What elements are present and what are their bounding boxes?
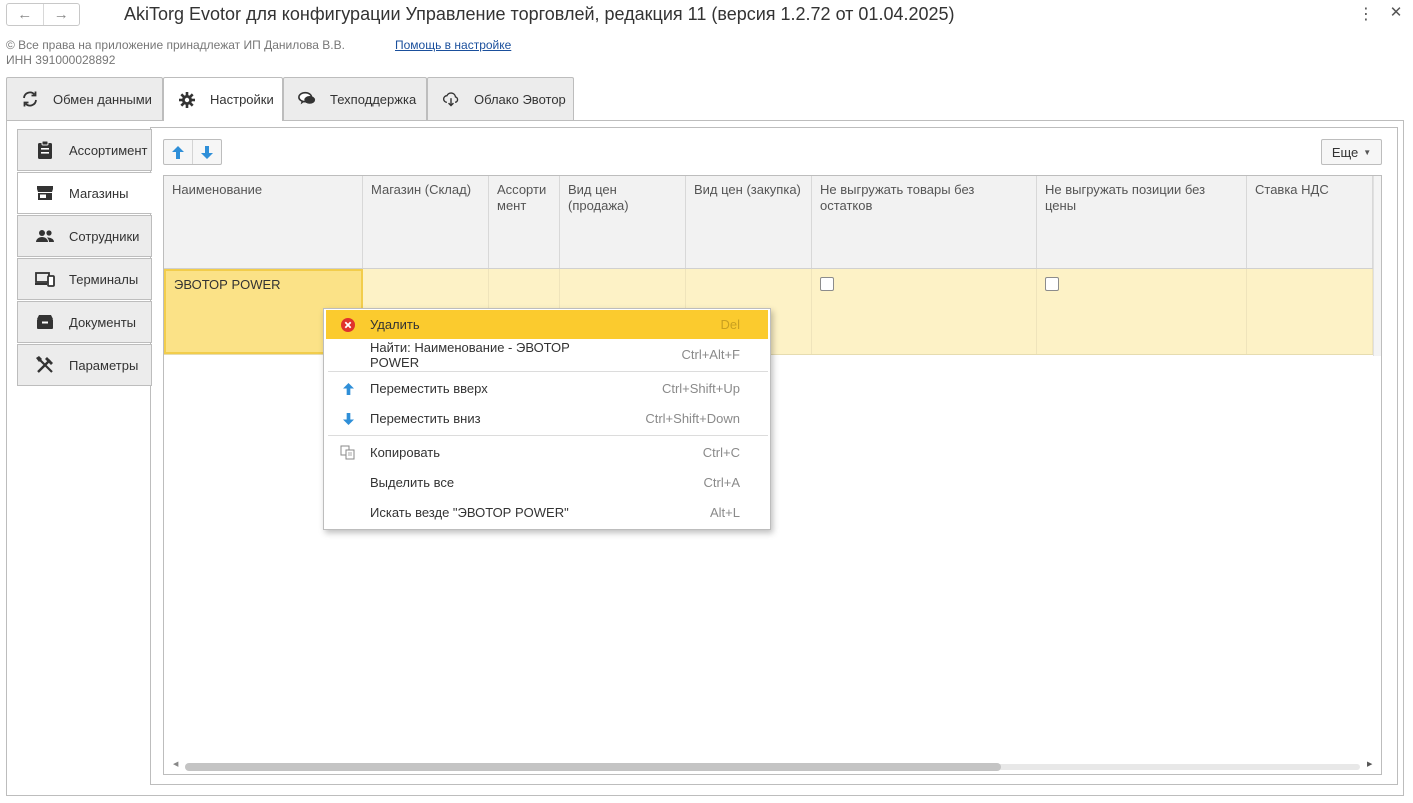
menu-item-label: Удалить [370,317,420,332]
help-link[interactable]: Помощь в настройке [395,38,511,52]
sidebar-item-terminals[interactable]: Терминалы [17,258,152,300]
people-icon [35,227,55,245]
menu-item-shortcut: Ctrl+Shift+Down [645,411,740,426]
menu-item-shortcut: Ctrl+Shift+Up [661,381,740,396]
sidebar-item-parameters[interactable]: Параметры [17,344,152,386]
menu-item-move-up[interactable]: Переместить вверх Ctrl+Shift+Up [326,374,768,403]
store-icon [35,184,55,202]
forward-button[interactable]: → [42,4,80,25]
clipboard-icon [35,141,55,159]
menu-item-move-down[interactable]: Переместить вниз Ctrl+Shift+Down [326,404,768,433]
back-button[interactable]: ← [7,4,43,25]
arrow-up-icon [326,382,370,395]
arrow-up-icon [172,145,184,159]
tab-support[interactable]: Техподдержка [283,77,427,120]
column-header-vat[interactable]: Ставка НДС [1247,176,1373,268]
chat-icon [298,90,316,108]
menu-item-label: Найти: Наименование - ЭВОТОР POWER [370,339,570,370]
skip-no-stock-checkbox[interactable] [820,277,834,291]
menu-item-shortcut: Ctrl+Alt+F [681,347,740,362]
context-menu: Удалить Del Найти: Наименование - ЭВОТОР… [323,308,771,530]
sync-icon [21,90,39,108]
devices-icon [35,270,55,288]
sidebar-item-label: Сотрудники [69,228,140,244]
column-header-skip-no-price[interactable]: Не выгружать позиции без цены [1037,176,1247,268]
menu-item-label: Искать везде "ЭВОТОР POWER" [370,505,569,520]
more-menu-icon[interactable]: ⋮ [1358,4,1374,24]
sidebar-item-label: Магазины [69,185,129,201]
menu-item-delete[interactable]: Удалить Del [326,310,768,339]
sidebar-item-label: Ассортимент [69,142,148,158]
arrow-down-icon [201,145,213,159]
arrow-right-icon: → [53,6,69,23]
scrollbar-thumb[interactable] [185,763,1001,771]
delete-icon [326,317,370,332]
archive-icon [35,313,55,331]
menu-item-find[interactable]: Найти: Наименование - ЭВОТОР POWER Ctrl+… [326,339,768,370]
tab-label: Облако Эвотор [474,91,566,107]
column-header-price-sale[interactable]: Вид цен (продажа) [560,176,686,268]
menu-item-shortcut: Ctrl+A [703,475,740,490]
column-header-assortment[interactable]: Ассорти мент [489,176,560,268]
copyright-text: © Все права на приложение принадлежат ИП… [6,38,345,52]
chevron-down-icon: ▼ [1363,147,1372,157]
vertical-scrollbar[interactable] [1373,176,1381,356]
menu-item-search-everywhere[interactable]: Искать везде "ЭВОТОР POWER" Alt+L [326,498,768,527]
menu-item-copy[interactable]: Копировать Ctrl+C [326,438,768,467]
window-title: AkiTorg Evotor для конфигурации Управлен… [124,4,955,24]
menu-divider [328,371,768,372]
menu-item-label: Копировать [370,445,440,460]
tools-icon [35,356,55,374]
tab-label: Настройки [210,92,274,107]
skip-no-price-checkbox[interactable] [1045,277,1059,291]
column-header-price-purchase[interactable]: Вид цен (закупка) [686,176,812,268]
menu-item-shortcut: Del [720,317,740,332]
menu-item-label: Переместить вверх [370,381,488,396]
tab-evotor-cloud[interactable]: Облако Эвотор [427,77,574,120]
menu-item-shortcut: Alt+L [710,505,740,520]
horizontal-scrollbar[interactable]: ◀ ▶ [173,760,1373,771]
cell-vat[interactable] [1247,269,1373,354]
sidebar-item-label: Документы [69,314,137,330]
sidebar-item-documents[interactable]: Документы [17,301,152,343]
menu-item-shortcut: Ctrl+C [702,445,740,460]
move-up-button[interactable] [164,140,192,164]
cloud-icon [442,90,460,108]
cell-skip-no-price [1037,269,1247,354]
table-header: Наименование Магазин (Склад) Ассорти мен… [164,176,1381,269]
sidebar-item-assortment[interactable]: Ассортимент [17,129,152,171]
menu-item-select-all[interactable]: Выделить все Ctrl+A [326,468,768,497]
nav-buttons: ← → [6,3,80,26]
column-header-name[interactable]: Наименование [164,176,363,268]
tab-settings[interactable]: Настройки [163,77,283,121]
menu-divider [328,435,768,436]
gear-icon [178,91,196,109]
more-button-label: Еще [1331,144,1359,160]
arrow-down-icon [326,412,370,425]
move-down-button[interactable] [192,140,221,164]
sidebar-item-stores[interactable]: Магазины [17,172,152,214]
column-header-store[interactable]: Магазин (Склад) [363,176,489,268]
sidebar-item-label: Терминалы [69,271,139,287]
close-icon[interactable]: ✕ [1388,3,1404,21]
tab-label: Техподдержка [330,91,417,107]
menu-item-label: Переместить вниз [370,411,481,426]
menu-item-label: Выделить все [370,475,455,490]
move-buttons [163,139,222,165]
column-header-skip-no-stock[interactable]: Не выгружать товары без остатков [812,176,1037,268]
copy-icon [326,445,370,460]
scroll-left-icon[interactable]: ◀ [173,760,178,768]
cell-skip-no-stock [812,269,1037,354]
tab-label: Обмен данными [53,91,152,107]
inn-text: ИНН 391000028892 [6,53,116,67]
tab-data-exchange[interactable]: Обмен данными [6,77,163,120]
sidebar-item-label: Параметры [69,357,139,373]
sidebar-item-employees[interactable]: Сотрудники [17,215,152,257]
more-button[interactable]: Еще ▼ [1321,139,1382,165]
scroll-right-icon[interactable]: ▶ [1367,760,1372,768]
arrow-left-icon: ← [17,6,33,23]
